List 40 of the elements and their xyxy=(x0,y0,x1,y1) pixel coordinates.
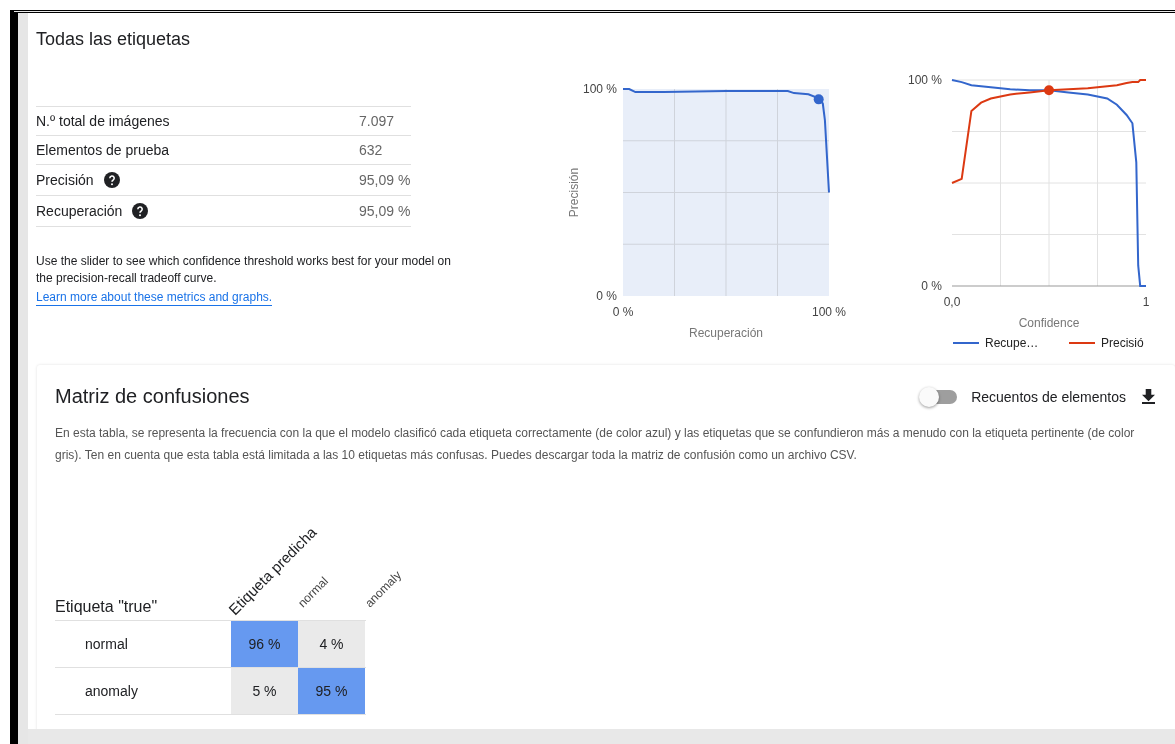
matrix-cell: 95 % xyxy=(298,668,365,714)
section-title: Todas las etiquetas xyxy=(36,29,192,50)
help-icon[interactable] xyxy=(103,172,120,188)
help-icon[interactable] xyxy=(132,203,149,219)
stat-value: 7.097 xyxy=(359,113,396,129)
x-tick-label: 1 xyxy=(1142,295,1150,309)
y-tick-label: 0 % xyxy=(921,279,942,293)
threshold-marker[interactable] xyxy=(813,94,824,105)
stat-value: 95,09 % xyxy=(359,203,411,219)
matrix-cell: 96 % xyxy=(231,621,298,667)
stat-label: Elementos de prueba xyxy=(36,142,170,158)
y-tick-label: 100 % xyxy=(582,82,617,96)
stat-label: Recuperación xyxy=(36,203,123,219)
y-axis-title: Precisión xyxy=(567,167,581,218)
toggle-label: Recuentos de elementos xyxy=(971,388,1126,405)
y-tick-label: 0 % xyxy=(596,289,617,303)
x-tick-label: 0,0 xyxy=(943,295,961,309)
stat-label: N.º total de imágenes xyxy=(36,113,170,129)
description: En esta tabla, se representa la frecuencia con la que el modelo clasificó cada etiqueta correctamente (de color azul) y las etiquetas que se confundieron más a menudo con la etiqueta pertinente (de color gris). Ten en cuenta que esta tabla está limitada a las 10 etiquetas más confusas. Puedes descargar toda la matriz de confusión como un archivo CSV. xyxy=(55,425,1136,464)
threshold-marker[interactable] xyxy=(1044,85,1054,96)
stat-value: 95,09 % xyxy=(359,172,411,188)
legend-label: Precisió xyxy=(1101,336,1144,350)
legend-label: Recupe… xyxy=(985,336,1039,350)
x-axis-title: Confidence xyxy=(1018,316,1080,330)
y-tick-label: 100 % xyxy=(907,73,942,87)
row-header: Etiqueta "true" xyxy=(55,598,159,616)
help-text: Use the slider to see which confidence threshold works best for your model on the precision-recall tradeoff curve. xyxy=(36,253,452,287)
x-tick-label: 0 % xyxy=(612,305,634,319)
row-label: anomaly xyxy=(84,682,139,701)
x-axis-title: Recuperación xyxy=(689,326,763,340)
toggle-switch[interactable] xyxy=(921,389,958,404)
x-tick-label: 100 % xyxy=(812,305,846,319)
matrix-cell: 5 % xyxy=(231,668,298,714)
row-label: normal xyxy=(84,635,129,654)
download-icon[interactable] xyxy=(1142,389,1155,404)
matrix-cell: 4 % xyxy=(298,621,365,667)
stat-value: 632 xyxy=(359,142,384,158)
learn-more-link[interactable]: Learn more about these metrics and graphs. xyxy=(36,290,273,306)
stat-label: Precisión xyxy=(36,172,94,188)
card-title: Matriz de confusiones xyxy=(55,385,250,408)
